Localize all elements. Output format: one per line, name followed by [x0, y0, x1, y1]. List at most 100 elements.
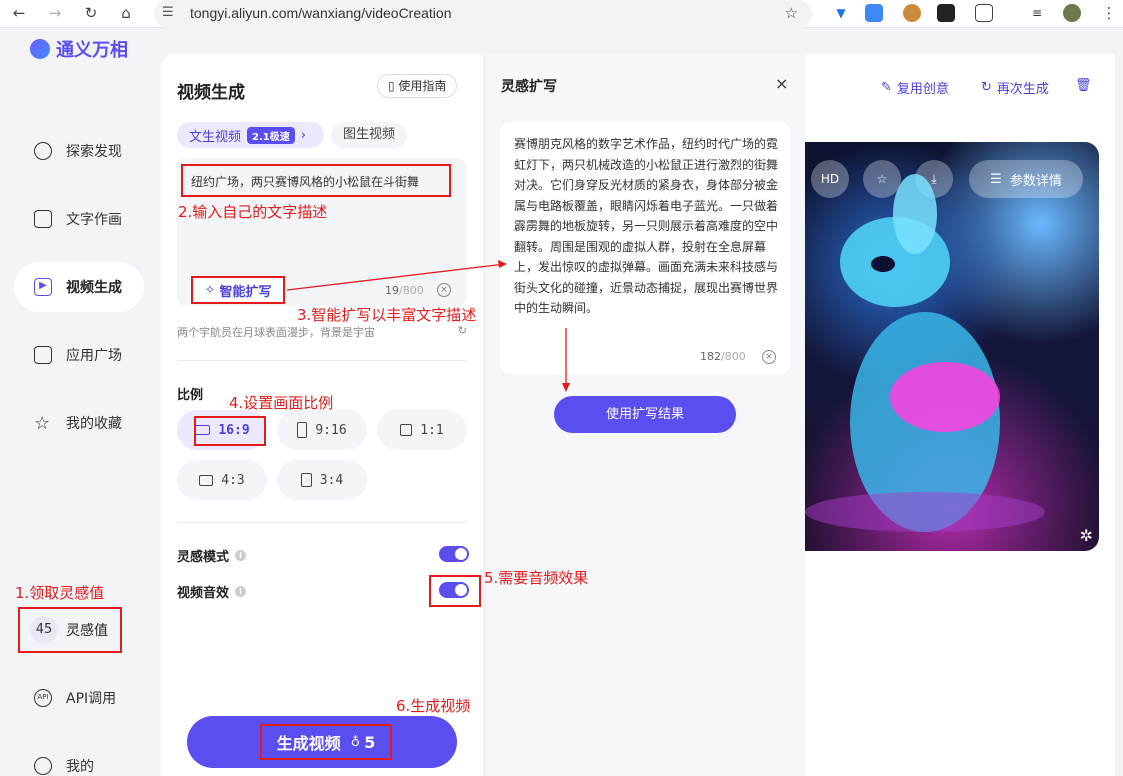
tab-label: 文生视频	[189, 129, 242, 145]
bookmark-star-icon[interactable]: ☆	[785, 4, 798, 22]
annotation-4: 4.设置画面比例	[229, 394, 334, 412]
use-expansion-button[interactable]: 使用扩写结果	[554, 396, 736, 433]
generate-video-content[interactable]: 生成视频 ♁ 5	[260, 724, 392, 760]
portrait-icon	[300, 473, 312, 487]
portrait-icon	[297, 422, 308, 438]
panel-title: 视频生成	[177, 83, 245, 103]
result-panel: ✎ 复用创意 ↻ 再次生成 🗑 HD ☆ ⤓ ☰ 参数详情 ✲	[805, 54, 1115, 776]
guide-button[interactable]: ▯ 使用指南	[377, 74, 458, 98]
store-icon	[34, 346, 52, 364]
clear-icon[interactable]: ×	[762, 350, 776, 364]
ratio-9-16[interactable]: 9:16	[277, 410, 367, 450]
prompt-suggestion[interactable]: 两个宇航员在月球表面漫步，背景是宇宙 ↻	[177, 324, 467, 340]
delete-icon[interactable]: 🗑	[1075, 78, 1092, 93]
edit-icon: ✎	[881, 80, 892, 95]
video-audio-label: 视频音效	[177, 586, 230, 601]
home-icon[interactable]: ⌂	[115, 4, 137, 22]
api-icon: API	[34, 689, 52, 707]
expanded-text: 赛博朋克风格的数字艺术作品，纽约时代广场的霓虹灯下，两只机械改造的小松鼠正进行激…	[514, 137, 779, 315]
model-badge: 2.1极速	[247, 126, 295, 144]
credits-value: 45	[30, 616, 58, 644]
ratio-3-4[interactable]: 3:4	[277, 460, 367, 500]
annotation-1: 1.领取灵感值	[15, 584, 105, 602]
browser-menu-icon[interactable]: ⋮	[1098, 4, 1120, 22]
inspiration-expand-panel: 灵感扩写 × 赛博朋克风格的数字艺术作品，纽约时代广场的霓虹灯下，两只机械改造的…	[484, 54, 804, 776]
sidebar-item-label: 探索发现	[66, 144, 122, 160]
ratio-highlight	[194, 416, 266, 446]
reload-icon[interactable]: ↻	[80, 4, 102, 22]
sidebar-item-me[interactable]: 我的	[14, 741, 144, 776]
extensions-puzzle-icon[interactable]	[975, 4, 993, 22]
expanded-max: /800	[721, 350, 746, 363]
divider	[177, 360, 467, 361]
extension-grid-icon[interactable]	[865, 4, 883, 22]
ratio-value: 4:3	[221, 472, 245, 488]
regenerate-label: 再次生成	[996, 82, 1049, 97]
video-generation-panel: 视频生成 ▯ 使用指南 文生视频 2.1极速 › 图生视频 纽约广场，两只赛博风…	[161, 54, 483, 776]
extension-cookie-icon[interactable]	[903, 4, 921, 22]
video-preview[interactable]: HD ☆ ⤓ ☰ 参数详情 ✲	[805, 142, 1099, 551]
tab-text-to-video[interactable]: 文生视频 2.1极速 ›	[177, 122, 324, 148]
char-count: 19	[385, 284, 399, 297]
ratio-1-1[interactable]: 1:1	[377, 410, 467, 450]
extension-v-icon[interactable]: ▼	[832, 4, 850, 22]
info-icon[interactable]: i	[235, 550, 247, 561]
ratio-value: 3:4	[319, 472, 344, 488]
media-icon[interactable]: ≡	[1028, 4, 1046, 22]
expanded-counter: 182/800	[700, 350, 746, 363]
play-icon: ▶	[34, 278, 52, 296]
reuse-idea-button[interactable]: ✎ 复用创意	[881, 78, 949, 97]
watermark-logo-icon: ✲	[1079, 526, 1093, 545]
sidebar-item-apps[interactable]: 应用广场	[14, 330, 144, 380]
clear-icon[interactable]: ×	[437, 283, 451, 297]
suggestion-text: 两个宇航员在月球表面漫步，背景是宇宙	[177, 326, 375, 339]
inspiration-mode-label: 灵感模式	[177, 550, 230, 565]
url-text: tongyi.aliyun.com/wanxiang/videoCreation	[190, 5, 452, 21]
extension-dark-icon[interactable]	[937, 4, 955, 22]
sidebar-item-video[interactable]: ▶ 视频生成	[14, 262, 144, 312]
close-icon[interactable]: ×	[775, 74, 788, 93]
regenerate-button[interactable]: ↻ 再次生成	[981, 78, 1049, 97]
brand-logo[interactable]: 通义万相	[30, 36, 128, 62]
forward-icon[interactable]: →	[44, 4, 66, 22]
smart-expand-button[interactable]: ✧ 智能扩写	[191, 276, 285, 304]
squirrel-illustration	[805, 174, 1045, 532]
tab-image-to-video[interactable]: 图生视频	[331, 122, 408, 148]
star-icon: ☆	[34, 412, 51, 434]
prompt-text[interactable]: 纽约广场，两只赛博风格的小松鼠在斗街舞	[181, 164, 451, 197]
landscape-icon	[199, 474, 214, 486]
refresh-icon: ↻	[981, 80, 992, 95]
book-icon: ▯	[388, 79, 399, 93]
info-icon[interactable]: i	[235, 586, 247, 597]
generate-cost: 5	[364, 732, 376, 752]
back-icon[interactable]: ←	[8, 4, 30, 22]
video-audio-row: 视频音效 i	[177, 582, 247, 601]
sidebar-item-text-to-image[interactable]: 文字作画	[14, 194, 144, 244]
inspiration-mode-row: 灵感模式 i	[177, 546, 247, 565]
sidebar-item-label: API调用	[66, 691, 117, 707]
annotation-2: 2.输入自己的文字描述	[178, 203, 328, 221]
annotation-5: 5.需要音频效果	[484, 569, 589, 587]
inspiration-mode-toggle[interactable]	[439, 546, 469, 562]
ratio-4-3[interactable]: 4:3	[177, 460, 267, 500]
sidebar-item-favorites[interactable]: ☆ 我的收藏	[14, 398, 144, 448]
browser-toolbar: ← → ↻ ⌂ ☰ tongyi.aliyun.com/wanxiang/vid…	[0, 0, 1123, 28]
lightbulb-icon: ♁	[350, 734, 361, 750]
guide-label: 使用指南	[398, 79, 447, 93]
credits-button[interactable]: 45 灵感值	[18, 607, 122, 653]
site-info-icon[interactable]: ☰	[162, 5, 174, 20]
brand-mark-icon	[30, 39, 50, 59]
reuse-label: 复用创意	[896, 82, 949, 97]
image-icon	[34, 210, 52, 228]
profile-avatar[interactable]	[1063, 4, 1081, 22]
smart-expand-label: 智能扩写	[219, 284, 272, 300]
credits-label: 灵感值	[66, 623, 108, 639]
sidebar-item-label: 我的收藏	[66, 416, 122, 432]
expanded-text-card[interactable]: 赛博朋克风格的数字艺术作品，纽约时代广场的霓虹灯下，两只机械改造的小松鼠正进行激…	[500, 122, 790, 374]
refresh-icon[interactable]: ↻	[458, 324, 467, 337]
address-bar[interactable]: ☰ tongyi.aliyun.com/wanxiang/videoCreati…	[154, 0, 812, 28]
sidebar-item-api[interactable]: API API调用	[14, 673, 144, 723]
magic-wand-icon: ✧	[204, 282, 216, 298]
sidebar-item-label: 视频生成	[66, 280, 122, 296]
sidebar-item-explore[interactable]: 探索发现	[14, 126, 144, 176]
